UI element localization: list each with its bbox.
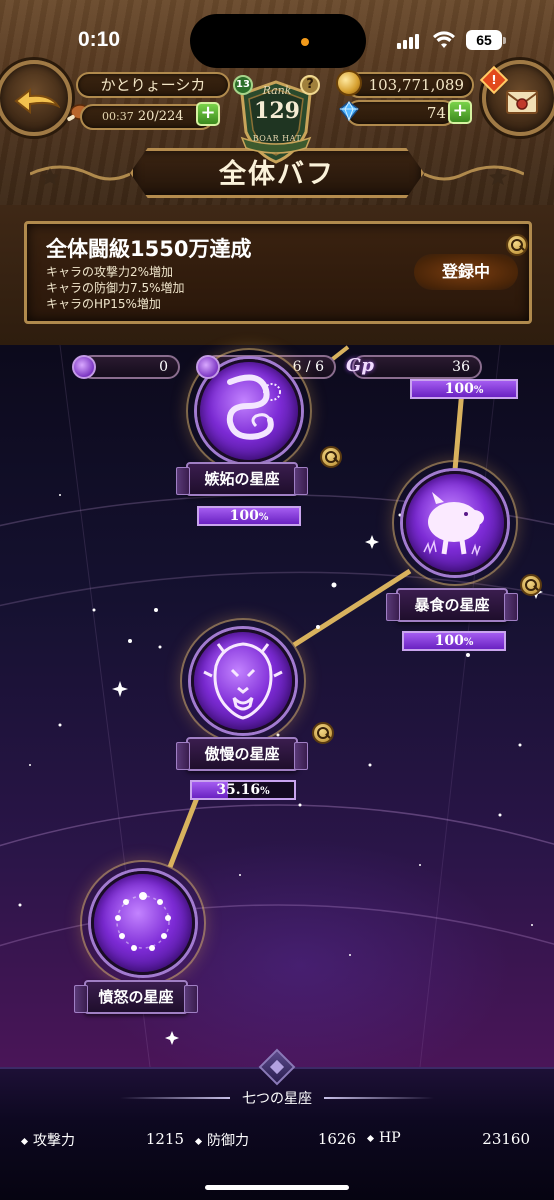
attack-stat-value: 1215 <box>145 1130 184 1148</box>
rank-value: 129 <box>254 98 300 124</box>
recording-dot <box>301 38 309 46</box>
envy-constellation-label: 嫉妬の星座 <box>176 462 308 496</box>
envy-search-icon[interactable] <box>320 446 342 468</box>
gluttony-constellation-label: 暴食の星座 <box>386 588 518 622</box>
left-ornament-icon <box>30 165 130 185</box>
status-time: 0:10 <box>78 28 121 51</box>
signal-icon <box>397 33 423 49</box>
home-indicator[interactable] <box>205 1185 349 1190</box>
gp-icon: Gp <box>346 355 374 376</box>
envy-progress: 100% <box>197 506 301 526</box>
buff-line: キャラのHP15%増加 <box>46 297 161 311</box>
wrath-constellation-label: 憤怒の星座 <box>74 980 198 1014</box>
gold-coin-icon <box>336 70 362 96</box>
hp-stat-value: 23160 <box>482 1130 530 1148</box>
defense-stat-value: 1626 <box>317 1130 356 1148</box>
pride-progress: 35.16% <box>190 780 296 800</box>
dragon-star-icon <box>115 892 171 951</box>
page-title: 全体バフ <box>219 159 335 190</box>
wifi-icon <box>433 31 455 48</box>
buff-search-icon[interactable] <box>506 234 528 256</box>
buff-line: キャラの防御力7.5%増加 <box>46 281 185 295</box>
hp-stat-label: HP <box>366 1130 401 1146</box>
dynamic-island <box>190 14 366 68</box>
boar-icon <box>423 492 484 557</box>
back-arrow-icon <box>14 88 60 114</box>
buff-line: キャラの攻撃力2%増加 <box>46 265 174 279</box>
gem-icon <box>338 100 360 122</box>
wrath-constellation-node[interactable] <box>80 860 206 986</box>
buff-title: 全体闘級1550万達成 <box>46 237 252 261</box>
pride-constellation-node[interactable] <box>180 618 306 744</box>
buff-status-button[interactable]: 登録中 <box>414 254 518 290</box>
pride-search-icon[interactable] <box>312 722 334 744</box>
set-title: 七つの星座 <box>242 1091 312 1107</box>
defense-stat-label: 防御力 <box>194 1130 249 1150</box>
resource-2-icon <box>196 355 220 379</box>
stamina-display: 00:37 20/224 <box>80 104 214 130</box>
gem-amount: 74 <box>346 100 456 126</box>
gold-amount: 103,771,089 <box>346 72 474 98</box>
stamina-value: 20/224 <box>137 109 184 124</box>
mail-icon <box>506 90 538 114</box>
status-bar: 0:10 65 <box>0 0 554 68</box>
right-ornament-icon <box>424 165 524 185</box>
lion-icon <box>203 642 283 720</box>
add-gem-button[interactable]: + <box>448 100 472 124</box>
player-name: かとりょーシカ <box>76 72 230 98</box>
rank-banner: BOAR HAT <box>252 134 302 143</box>
pride-constellation-label: 傲慢の星座 <box>176 737 308 771</box>
resource-1-icon <box>72 355 96 379</box>
add-stamina-button[interactable]: + <box>196 102 220 126</box>
rank-help-button[interactable]: ? <box>300 75 320 95</box>
gluttony-constellation-node[interactable] <box>392 460 518 586</box>
gluttony-progress: 100% <box>402 631 506 651</box>
battery-icon: 65 <box>466 30 506 50</box>
top-constellation-progress: 100% <box>410 379 518 399</box>
stamina-timer: 00:37 <box>102 110 134 123</box>
rank-level: 13 <box>233 75 253 95</box>
attack-stat-label: 攻撃力 <box>20 1130 75 1150</box>
gluttony-search-icon[interactable] <box>520 574 542 596</box>
